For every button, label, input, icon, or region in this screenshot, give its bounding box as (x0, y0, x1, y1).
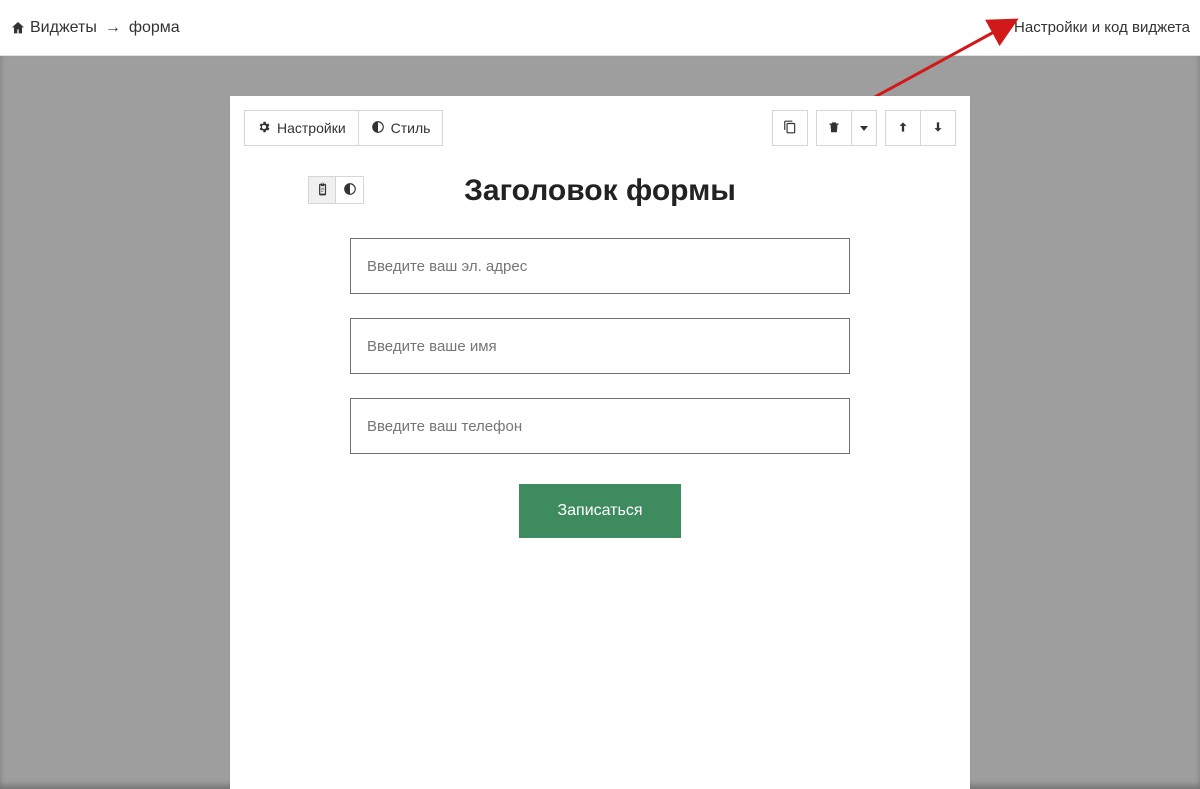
name-field[interactable] (350, 318, 850, 374)
breadcrumb: Виджеты → форма (10, 19, 180, 37)
email-field[interactable] (350, 238, 850, 294)
chevron-down-icon (860, 126, 868, 131)
contrast-icon (343, 182, 357, 199)
duplicate-button[interactable] (772, 110, 808, 146)
breadcrumb-separator: → (105, 19, 121, 37)
form-widget-card: Настройки Стиль (230, 96, 970, 789)
style-button[interactable]: Стиль (359, 110, 444, 146)
clipboard-icon (315, 182, 329, 199)
gear-icon (257, 120, 271, 137)
form-title[interactable]: Заголовок формы (464, 174, 736, 208)
settings-button-label: Настройки (277, 120, 346, 136)
settings-style-group: Настройки Стиль (244, 110, 443, 146)
form-body: Записаться (230, 208, 970, 578)
style-title-button[interactable] (336, 176, 364, 204)
arrow-down-icon (931, 120, 945, 137)
arrow-up-icon (896, 120, 910, 137)
delete-button[interactable] (816, 110, 852, 146)
move-down-button[interactable] (921, 110, 956, 146)
gear-icon (996, 19, 1010, 37)
card-toolbar: Настройки Стиль (230, 96, 970, 146)
card-toolbar-right (772, 110, 956, 146)
breadcrumb-current: форма (129, 19, 180, 37)
heading-mini-toolbar (308, 176, 364, 204)
submit-row: Записаться (350, 484, 850, 538)
heading-row: Заголовок формы (230, 174, 970, 208)
editor-stage: Настройки Стиль (0, 56, 1200, 789)
style-button-label: Стиль (391, 120, 431, 136)
topbar: Виджеты → форма Настройки и код виджета (0, 0, 1200, 56)
submit-button[interactable]: Записаться (519, 484, 680, 538)
home-icon (10, 20, 26, 36)
widget-settings-link[interactable]: Настройки и код виджета (996, 19, 1190, 37)
settings-button[interactable]: Настройки (244, 110, 359, 146)
delete-dropdown[interactable] (852, 110, 877, 146)
edit-title-button[interactable] (308, 176, 336, 204)
contrast-icon (371, 120, 385, 137)
move-up-button[interactable] (885, 110, 921, 146)
widget-settings-label: Настройки и код виджета (1014, 19, 1190, 36)
copy-icon (783, 120, 797, 137)
trash-icon (827, 120, 841, 137)
phone-field[interactable] (350, 398, 850, 454)
breadcrumb-root[interactable]: Виджеты (30, 19, 97, 37)
